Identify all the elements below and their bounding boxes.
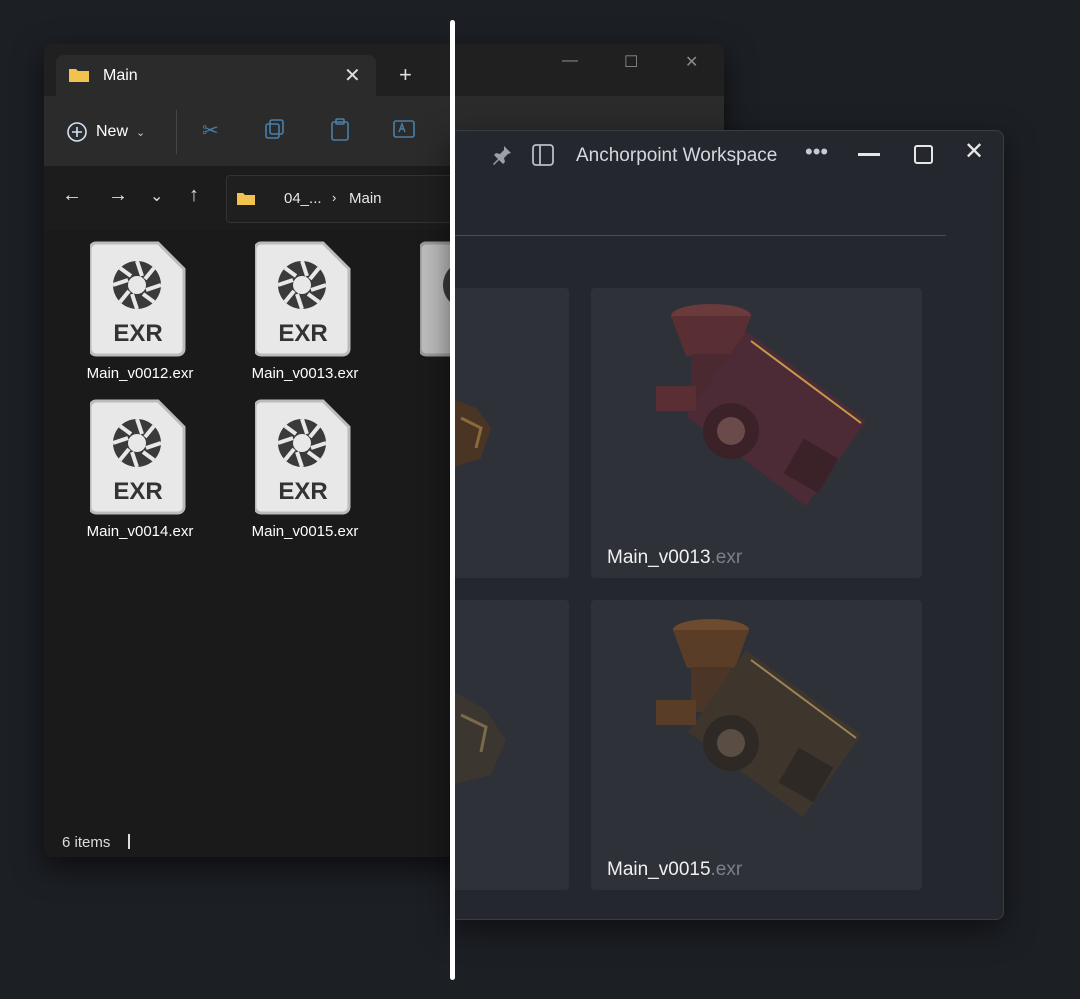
- file-item[interactable]: EXR Main_v0015.exr: [215, 399, 358, 559]
- folder-icon: [69, 69, 89, 82]
- file-item[interactable]: EXR Main_v0013.exr: [215, 241, 358, 401]
- back-arrow-icon[interactable]: ←: [62, 184, 82, 207]
- engine-thumbnail: [656, 619, 861, 817]
- sidebar-toggle-icon[interactable]: [531, 143, 555, 167]
- folder-icon: [237, 193, 255, 205]
- header-divider: [451, 235, 946, 236]
- asset-card-partial[interactable]: [451, 288, 569, 578]
- minimize-icon[interactable]: [858, 153, 880, 156]
- exr-file-icon: EXR: [90, 399, 186, 515]
- up-arrow-icon[interactable]: ↑: [189, 184, 199, 207]
- close-window-icon[interactable]: ✕: [685, 52, 698, 72]
- status-separator: [128, 834, 130, 849]
- breadcrumb-parent[interactable]: 04_...: [284, 190, 322, 207]
- asset-name: Main_v0013.exr: [607, 547, 743, 568]
- pin-icon[interactable]: [491, 144, 513, 166]
- file-badge: EXR: [278, 320, 327, 347]
- breadcrumb-chevron-icon: ›: [332, 190, 337, 205]
- comparison-divider-handle[interactable]: [450, 20, 455, 980]
- asset-card-partial[interactable]: [451, 600, 569, 890]
- rename-icon[interactable]: [392, 118, 416, 140]
- maximize-icon[interactable]: ☐: [624, 52, 638, 72]
- maximize-icon[interactable]: [914, 145, 933, 164]
- file-name: Main_v0015.exr: [251, 523, 359, 540]
- recent-chevron-icon[interactable]: ⌄: [150, 186, 163, 206]
- asset-card[interactable]: Main_v0013.exr: [591, 288, 922, 578]
- forward-arrow-icon[interactable]: →: [108, 184, 128, 207]
- breadcrumb-current[interactable]: Main: [349, 190, 382, 207]
- anchorpoint-window: Anchorpoint Workspace ••• ✕ Main_v0013.e…: [450, 130, 1004, 920]
- add-circle-icon: [67, 122, 87, 142]
- asset-name: Main_v0015.exr: [607, 859, 743, 880]
- minimize-icon[interactable]: —: [562, 52, 578, 70]
- file-badge: EXR: [113, 320, 162, 347]
- file-name: Main_v0012.exr: [86, 365, 194, 382]
- exr-file-icon: EXR: [255, 399, 351, 515]
- file-badge: EXR: [113, 478, 162, 505]
- more-options-icon[interactable]: •••: [805, 139, 828, 165]
- engine-thumbnail: [451, 690, 506, 785]
- close-window-icon[interactable]: ✕: [964, 137, 984, 166]
- new-tab-button[interactable]: +: [399, 62, 412, 88]
- tab-title: Main: [103, 67, 138, 84]
- new-button-label: New: [96, 123, 129, 140]
- toolbar-separator: [176, 110, 177, 154]
- exr-file-icon: EXR: [255, 241, 351, 357]
- chevron-down-icon: ⌄: [136, 126, 146, 139]
- paste-icon[interactable]: [329, 118, 351, 142]
- status-item-count: 6 items: [62, 834, 111, 851]
- file-badge: EXR: [278, 478, 327, 505]
- engine-thumbnail: [656, 304, 866, 506]
- new-button[interactable]: New ⌄: [66, 116, 166, 148]
- tab-bar: Main ✕ + — ☐ ✕: [44, 44, 724, 96]
- engine-thumbnail: [451, 398, 491, 468]
- file-item[interactable]: EXR Main_v0012.exr: [50, 241, 193, 401]
- cut-icon[interactable]: ✂: [202, 118, 219, 143]
- copy-icon[interactable]: [264, 118, 286, 140]
- file-item[interactable]: EXR Main_v0014.exr: [50, 399, 193, 559]
- asset-card[interactable]: Main_v0015.exr: [591, 600, 922, 890]
- file-name: Main_v0013.exr: [251, 365, 359, 382]
- file-name: Main_v0014.exr: [86, 523, 194, 540]
- window-title: Anchorpoint Workspace: [576, 145, 778, 166]
- tab-main[interactable]: Main ✕: [56, 55, 376, 96]
- close-tab-icon[interactable]: ✕: [344, 63, 361, 88]
- exr-file-icon: EXR: [90, 241, 186, 357]
